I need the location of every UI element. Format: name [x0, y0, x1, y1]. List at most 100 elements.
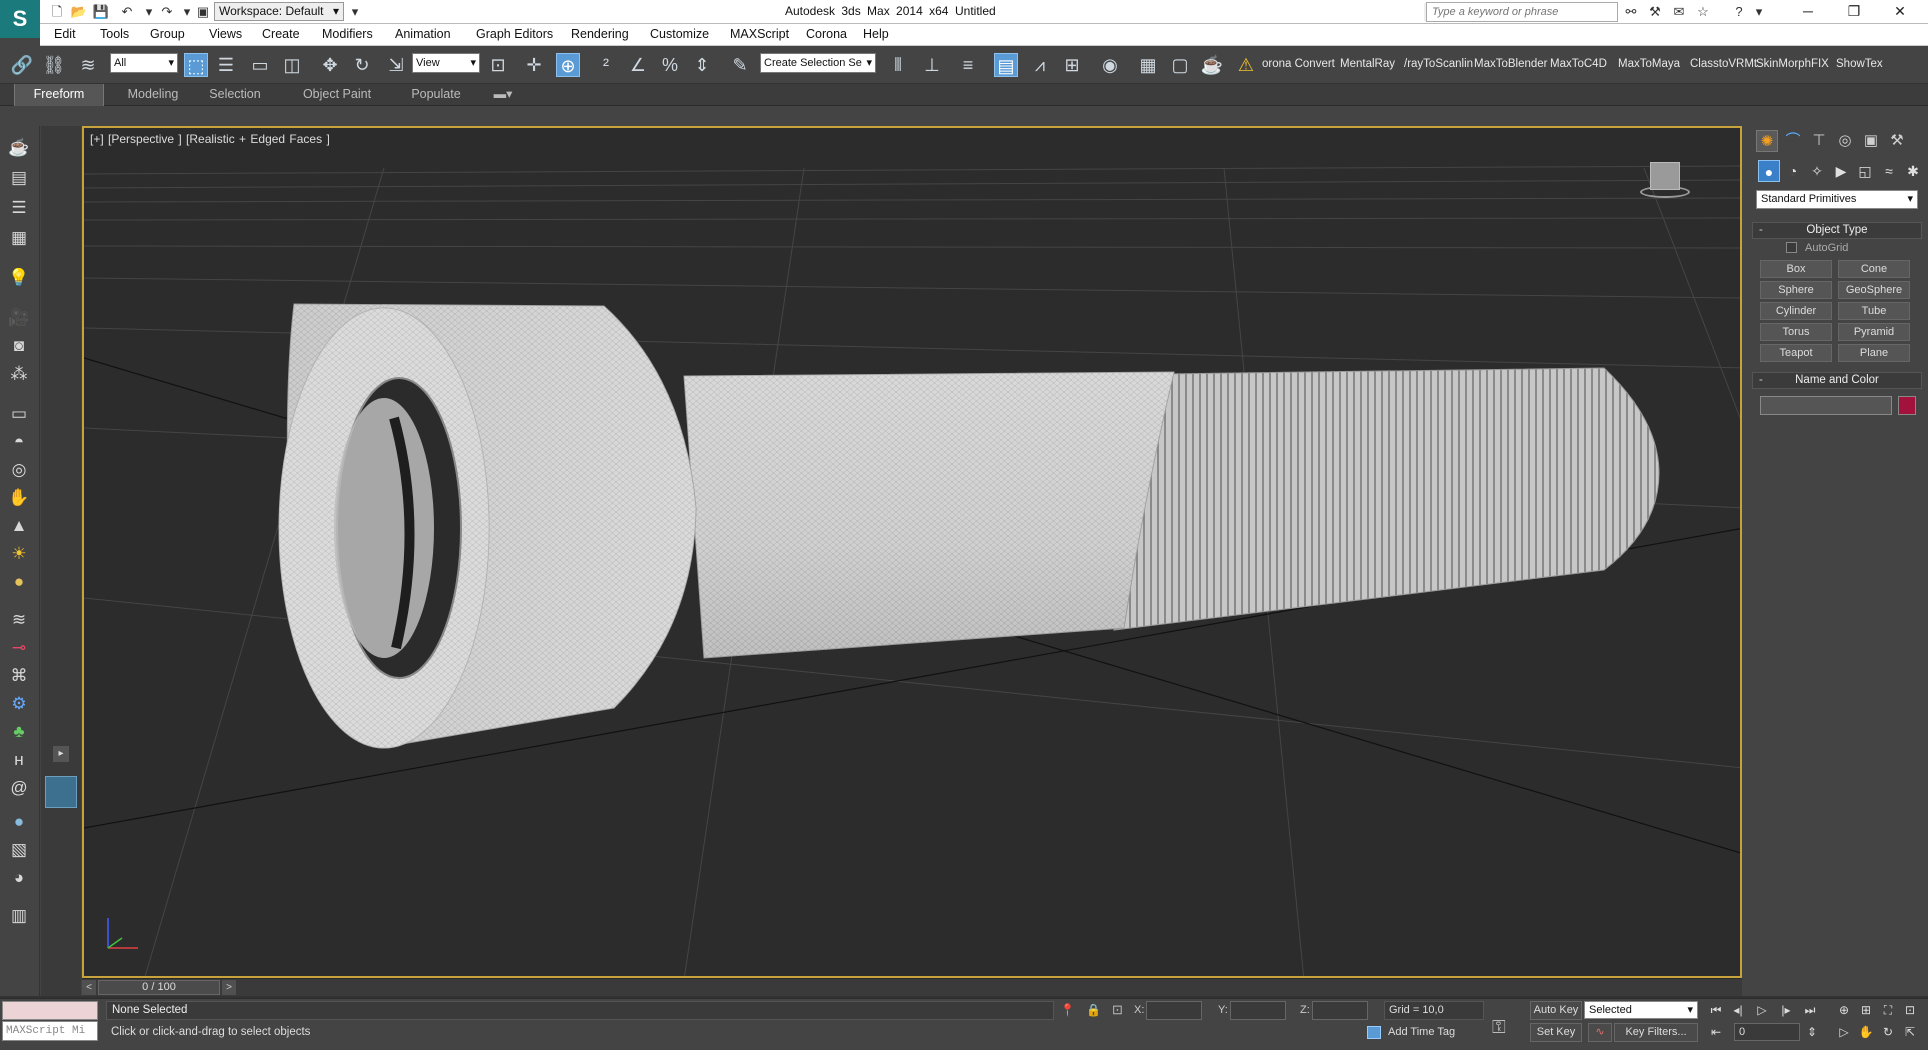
camera-icon[interactable]: 🎥: [6, 306, 32, 330]
tube-button[interactable]: Tube: [1838, 302, 1910, 320]
maxscript-listener-output[interactable]: [2, 1001, 98, 1020]
menu-rendering[interactable]: Rendering: [571, 27, 629, 41]
tab-freeform[interactable]: Freeform: [14, 84, 104, 106]
script-button-max-to-blender[interactable]: MaxToBlender: [1474, 58, 1548, 70]
pyramid-button[interactable]: Pyramid: [1838, 323, 1910, 341]
search-input[interactable]: [1426, 2, 1618, 22]
next-frame-icon[interactable]: |▸: [1776, 1001, 1796, 1020]
helpers-icon[interactable]: ◱: [1854, 160, 1876, 182]
hf-icon[interactable]: ʜ: [6, 748, 32, 772]
tab-populate[interactable]: Populate: [398, 84, 474, 106]
document-icon[interactable]: ▥: [6, 904, 32, 928]
spiral-icon[interactable]: @: [6, 776, 32, 800]
zoom-all-icon[interactable]: ⊞: [1856, 1001, 1876, 1020]
subscription-icon[interactable]: ⚒: [1646, 3, 1664, 21]
binoculars-icon[interactable]: ⚯: [1622, 3, 1640, 21]
select-by-name-icon[interactable]: ☰: [214, 53, 238, 77]
bolt-model[interactable]: [278, 303, 1660, 749]
project-folder-icon[interactable]: ▣: [194, 3, 212, 21]
bind-space-warp-icon[interactable]: ≋: [76, 53, 100, 77]
help-dropdown-icon[interactable]: ▾: [1750, 3, 1768, 21]
script-button-skin-morph-fix[interactable]: SkinMorphFIX: [1756, 58, 1829, 70]
menu-views[interactable]: Views: [209, 27, 242, 41]
isolate-selection-icon[interactable]: 📍: [1060, 1003, 1075, 1017]
previous-frame-icon[interactable]: ◂|: [1728, 1001, 1748, 1020]
script-button-corona-convert[interactable]: orona Convert: [1262, 58, 1335, 70]
lights-icon[interactable]: ✧: [1806, 160, 1828, 182]
geometry-icon[interactable]: ●: [1758, 160, 1780, 182]
teapot-icon[interactable]: ☕: [6, 136, 32, 160]
torus-icon[interactable]: ◎: [6, 458, 32, 482]
menu-customize[interactable]: Customize: [650, 27, 709, 41]
cameras-icon[interactable]: ▶: [1830, 160, 1852, 182]
viewport-layout-icon[interactable]: [45, 776, 77, 808]
undo-icon[interactable]: ↶: [118, 3, 136, 21]
play-icon[interactable]: ▷: [1752, 1001, 1772, 1020]
reference-coordinate-dropdown[interactable]: View ▾: [412, 53, 480, 73]
scene-explorer-icon[interactable]: ▤: [994, 53, 1018, 77]
menu-modifiers[interactable]: Modifiers: [322, 27, 373, 41]
app-logo[interactable]: S: [0, 0, 40, 38]
workspace-dropdown[interactable]: Workspace: Default ▾: [214, 2, 344, 21]
render-icon[interactable]: ▧: [6, 838, 32, 862]
light-bulb-icon[interactable]: 💡: [6, 266, 32, 290]
mirror-icon[interactable]: ⫴: [886, 53, 910, 77]
script-button-show-tex[interactable]: ShowTex: [1836, 58, 1883, 70]
scale-icon[interactable]: ⇲: [384, 53, 408, 77]
object-type-rollout[interactable]: - Object Type: [1752, 222, 1922, 239]
add-time-tag[interactable]: Add Time Tag: [1364, 1023, 1488, 1042]
create-tab-icon[interactable]: ✺: [1756, 130, 1778, 152]
space-warps-icon[interactable]: ≈: [1878, 160, 1900, 182]
tab-modeling[interactable]: Modeling: [116, 84, 190, 106]
z-coordinate-field[interactable]: [1312, 1001, 1368, 1020]
absolute-mode-icon[interactable]: ⊡: [1112, 1002, 1123, 1018]
zoom-extents-all-icon[interactable]: ⊡: [1900, 1001, 1920, 1020]
script-button-max-to-maya[interactable]: MaxToMaya: [1618, 58, 1680, 70]
time-slider-next[interactable]: >: [222, 980, 236, 995]
tab-object-paint[interactable]: Object Paint: [292, 84, 382, 106]
cone-button[interactable]: Cone: [1838, 260, 1910, 278]
select-object-icon[interactable]: ⬚: [184, 53, 208, 77]
cone-icon[interactable]: ▲: [6, 514, 32, 538]
connect-icon[interactable]: ⊸: [6, 636, 32, 660]
field-of-view-icon[interactable]: ▷: [1834, 1023, 1854, 1042]
key-filters-button[interactable]: Key Filters...: [1614, 1023, 1698, 1042]
menu-corona[interactable]: Corona: [806, 27, 847, 41]
shapes-icon[interactable]: ◔: [1782, 160, 1804, 182]
autogrid-checkbox[interactable]: AutoGrid: [1786, 242, 1848, 254]
rectangular-selection-icon[interactable]: ▭: [248, 53, 272, 77]
layer-manager-icon[interactable]: ≡: [956, 53, 980, 77]
restore-icon[interactable]: ❐: [1832, 0, 1876, 24]
plant-icon[interactable]: ♣: [6, 720, 32, 744]
teapot-button[interactable]: Teapot: [1760, 344, 1832, 362]
zoom-icon[interactable]: ⊕: [1834, 1001, 1854, 1020]
warning-icon[interactable]: ⚠: [1234, 53, 1258, 77]
new-file-icon[interactable]: 🗋: [48, 3, 66, 21]
scene-explorer-icon[interactable]: ▤: [6, 166, 32, 190]
undo-dropdown-icon[interactable]: ▾: [140, 3, 158, 21]
list-icon[interactable]: ☰: [6, 196, 32, 220]
display-tab-icon[interactable]: ▣: [1860, 130, 1882, 152]
keyboard-shortcut-override-icon[interactable]: ⊕: [556, 53, 580, 77]
perspective-viewport[interactable]: [+] [Perspective ] [Realistic + Edged Fa…: [82, 126, 1742, 978]
utilities-tab-icon[interactable]: ⚒: [1886, 130, 1908, 152]
select-manipulate-icon[interactable]: ✛: [522, 53, 546, 77]
name-and-color-rollout[interactable]: - Name and Color: [1752, 372, 1922, 389]
set-key-icon[interactable]: ⚿: [1492, 1017, 1506, 1038]
open-file-icon[interactable]: 📂: [70, 3, 88, 21]
systems-icon[interactable]: ✱: [1902, 160, 1924, 182]
close-icon[interactable]: ✕: [1878, 0, 1922, 24]
selection-filter-dropdown[interactable]: All ▾: [110, 53, 178, 73]
key-curve-icon[interactable]: ∿: [1588, 1023, 1612, 1042]
box-button[interactable]: Box: [1760, 260, 1832, 278]
plane-button[interactable]: Plane: [1838, 344, 1910, 362]
zoom-extents-icon[interactable]: ⛶: [1878, 1001, 1898, 1020]
snaps-toggle-icon[interactable]: ²: [594, 53, 618, 77]
script-button-vray-to-scanline[interactable]: /rayToScanlin: [1404, 58, 1473, 70]
align-icon[interactable]: ⊥: [920, 53, 944, 77]
percent-snap-icon[interactable]: %: [658, 53, 682, 77]
set-key-button[interactable]: Set Key: [1530, 1023, 1582, 1042]
edit-named-selection-icon[interactable]: ✎: [728, 53, 752, 77]
render-production-icon[interactable]: ☕: [1200, 53, 1224, 77]
redo-icon[interactable]: ↷: [158, 3, 176, 21]
